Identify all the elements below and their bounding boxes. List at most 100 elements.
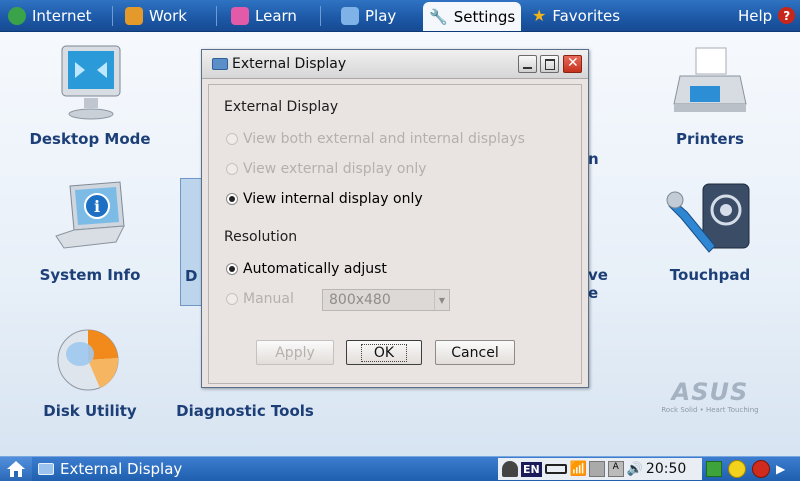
apply-button[interactable]: Apply xyxy=(256,340,334,365)
radio-indicator xyxy=(226,293,238,305)
shutdown-icon[interactable] xyxy=(752,460,770,478)
tab-work[interactable]: Work xyxy=(125,2,187,29)
app-selected-hidden[interactable]: D xyxy=(180,178,202,306)
gamepad-icon xyxy=(341,6,359,25)
home-icon xyxy=(7,461,25,477)
maximize-button[interactable] xyxy=(540,55,559,73)
app-desktop-mode-label: Desktop Mode xyxy=(29,130,151,148)
app-system-info[interactable]: i System Info xyxy=(20,178,160,288)
radio-view-both[interactable]: View both external and internal displays xyxy=(226,131,525,147)
minimize-button[interactable] xyxy=(518,55,537,73)
app-desktop-mode[interactable]: Desktop Mode xyxy=(20,42,160,152)
smiley-icon[interactable] xyxy=(728,460,746,478)
app-printers[interactable]: Printers xyxy=(640,42,780,152)
tab-settings[interactable]: 🔧 Settings xyxy=(423,2,522,31)
globe-icon xyxy=(8,6,26,25)
maximize-icon xyxy=(545,59,555,70)
radio-manual[interactable]: Manual xyxy=(226,291,294,307)
taskbar-task-external-display[interactable]: External Display xyxy=(38,457,182,481)
tab-learn[interactable]: Learn xyxy=(231,2,297,29)
wrench-icon: 🔧 xyxy=(429,7,448,26)
pie-disk-icon xyxy=(57,329,119,391)
help-icon: ? xyxy=(778,7,796,24)
resolution-select-value: 800x480 xyxy=(329,292,391,308)
ok-button[interactable]: OK xyxy=(346,340,422,365)
svg-text:i: i xyxy=(94,197,100,216)
radio-auto-adjust-label: Automatically adjust xyxy=(243,261,387,277)
radio-view-external-only-label: View external display only xyxy=(243,161,427,177)
app-system-info-label: System Info xyxy=(39,266,141,284)
grid-icon[interactable] xyxy=(706,461,722,477)
help-button[interactable]: Help ? xyxy=(738,2,796,29)
asus-logo: ASUS Rock Solid • Heart Touching xyxy=(655,378,765,414)
partial-label-right-bot: e xyxy=(588,284,599,302)
tab-separator xyxy=(112,6,113,26)
laptop-info-icon: i xyxy=(55,181,125,249)
book-icon xyxy=(231,6,249,25)
asus-logo-tagline: Rock Solid • Heart Touching xyxy=(661,406,759,414)
radio-view-internal-only-label: View internal display only xyxy=(243,191,423,207)
briefcase-icon xyxy=(125,6,143,25)
tab-play-label: Play xyxy=(365,6,397,25)
volume-icon[interactable]: 🔊 xyxy=(627,462,643,477)
tab-settings-label: Settings xyxy=(453,7,516,26)
network-icon[interactable] xyxy=(502,461,518,477)
radio-auto-adjust[interactable]: Automatically adjust xyxy=(226,261,387,277)
partial-label-right-top: n xyxy=(588,150,599,168)
wifi-icon[interactable]: 📶 xyxy=(570,461,587,477)
tab-favorites-label: Favorites xyxy=(552,6,621,25)
top-tab-bar: Internet Work Learn Play 🔧 Settings ★ Fa… xyxy=(0,0,800,32)
language-indicator[interactable]: EN xyxy=(521,461,542,477)
radio-indicator xyxy=(226,133,238,145)
cancel-button-label: Cancel xyxy=(451,344,499,361)
section-external-display: External Display xyxy=(224,99,339,115)
partial-label-right-mid: ve xyxy=(588,266,608,284)
printer-icon xyxy=(673,47,747,112)
radio-indicator xyxy=(226,263,238,275)
app-disk-utility-label: Disk Utility xyxy=(43,402,137,420)
clock[interactable]: 20:50 xyxy=(646,461,686,477)
external-display-dialog: External Display ✕ External Display View… xyxy=(201,49,589,388)
taskbar-right-icons: ▶ xyxy=(706,457,785,481)
tab-play[interactable]: Play xyxy=(341,2,396,29)
dialog-content: External Display View both external and … xyxy=(208,84,582,384)
chevron-down-icon: ▼ xyxy=(434,290,449,310)
system-tray: EN 📶 A 🔊 20:50 xyxy=(498,458,702,480)
keyboard-icon[interactable]: A xyxy=(607,461,624,477)
drive-icon[interactable] xyxy=(588,461,605,477)
tab-internet-label: Internet xyxy=(32,6,92,25)
resolution-select[interactable]: 800x480 ▼ xyxy=(322,289,450,311)
partial-label-left: D xyxy=(185,267,198,285)
tab-separator xyxy=(320,6,321,26)
minimize-icon xyxy=(523,67,532,69)
dialog-title: External Display xyxy=(232,56,347,72)
tab-separator xyxy=(216,6,217,26)
radio-manual-label: Manual xyxy=(243,291,294,307)
dialog-title-bar[interactable]: External Display ✕ xyxy=(202,50,588,79)
power-plug-icon[interactable] xyxy=(544,464,567,474)
star-icon: ★ xyxy=(532,6,547,25)
radio-indicator xyxy=(226,193,238,205)
radio-view-internal-only[interactable]: View internal display only xyxy=(226,191,423,207)
home-button[interactable] xyxy=(0,457,32,481)
display-app-icon xyxy=(212,58,228,70)
apply-button-label: Apply xyxy=(275,344,315,361)
radio-view-external-only[interactable]: View external display only xyxy=(226,161,427,177)
tab-learn-label: Learn xyxy=(255,6,297,25)
section-resolution: Resolution xyxy=(224,229,298,245)
app-printers-label: Printers xyxy=(676,130,744,148)
app-diagnostic-tools-label: Diagnostic Tools xyxy=(176,402,314,420)
app-disk-utility[interactable]: Disk Utility xyxy=(20,314,160,424)
tab-internet[interactable]: Internet xyxy=(8,2,92,29)
cancel-button[interactable]: Cancel xyxy=(435,340,515,365)
app-touchpad[interactable]: Touchpad xyxy=(640,178,780,288)
monitor-icon xyxy=(61,45,121,120)
chevron-right-icon[interactable]: ▶ xyxy=(776,462,785,476)
taskbar: External Display EN 📶 A 🔊 20:50 ▶ xyxy=(0,456,800,481)
close-button[interactable]: ✕ xyxy=(563,55,582,73)
radio-indicator xyxy=(226,163,238,175)
tab-work-label: Work xyxy=(149,6,187,25)
tab-favorites[interactable]: ★ Favorites xyxy=(532,2,620,29)
display-app-icon xyxy=(38,463,54,475)
taskbar-task-label: External Display xyxy=(60,460,183,478)
